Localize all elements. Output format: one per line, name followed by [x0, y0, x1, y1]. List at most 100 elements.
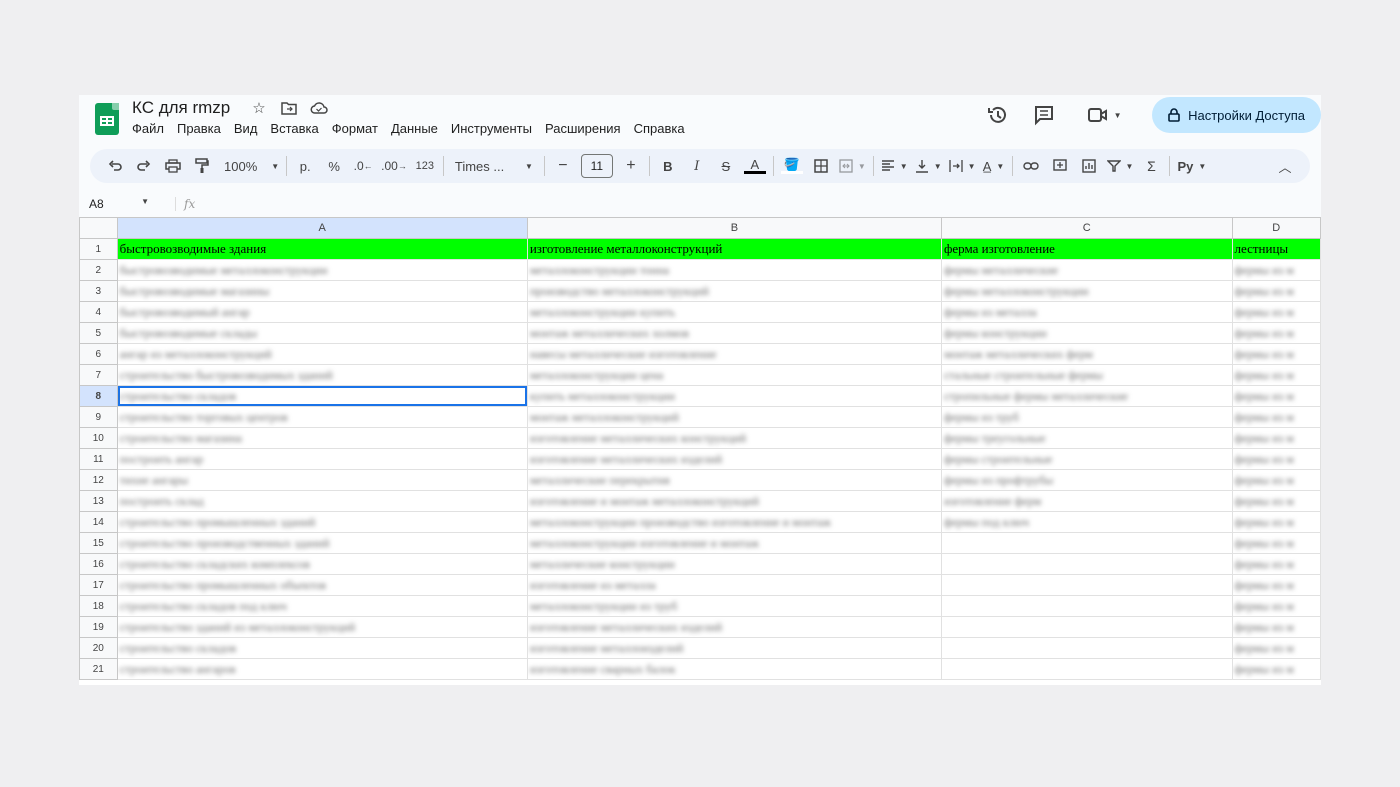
cell-b[interactable]: металлоконструкции производство изготовл…: [526, 511, 942, 533]
cell-b[interactable]: купить металлоконструкции: [526, 385, 942, 407]
cell-a[interactable]: ангар из металлоконструкций: [116, 343, 528, 365]
cell-d[interactable]: фермы из м: [1231, 490, 1321, 512]
comments-icon[interactable]: [1032, 103, 1056, 127]
row-header[interactable]: 19: [79, 616, 118, 638]
cell-c[interactable]: монтаж металлических ферм: [940, 343, 1233, 365]
cell-c[interactable]: изготовление ферм: [940, 490, 1233, 512]
cell-b[interactable]: изготовление металлических конструкций: [526, 427, 942, 449]
cell-b[interactable]: металлоконструкции из труб: [526, 595, 942, 617]
cell-c[interactable]: фермы конструкции: [940, 322, 1233, 344]
row-header[interactable]: 5: [79, 322, 118, 344]
horizontal-align-icon[interactable]: ▼: [881, 154, 908, 178]
cell-a[interactable]: строительство торговых центров: [116, 406, 528, 428]
filter-icon[interactable]: ▼: [1106, 154, 1133, 178]
cell-d[interactable]: фермы из м: [1231, 511, 1321, 533]
merge-cells-icon[interactable]: ▼: [839, 154, 866, 178]
cell-a[interactable]: строительство ангаров: [116, 658, 528, 680]
cell-c[interactable]: [940, 616, 1233, 638]
increase-font-size-button[interactable]: +: [620, 154, 642, 178]
cell-a[interactable]: тихие ангары: [116, 469, 528, 491]
cell-c[interactable]: ферма изготовление: [940, 238, 1233, 260]
row-header[interactable]: 1: [79, 238, 118, 260]
menu-item[interactable]: Правка: [177, 121, 221, 136]
menu-item[interactable]: Справка: [634, 121, 685, 136]
row-header[interactable]: 15: [79, 532, 118, 554]
cell-b[interactable]: монтаж металлических холмов: [526, 322, 942, 344]
cell-a[interactable]: быстровозводимые здания: [116, 238, 528, 260]
row-header[interactable]: 4: [79, 301, 118, 323]
input-tools-button[interactable]: Ру ▼: [1177, 154, 1206, 178]
cell-d[interactable]: фермы из м: [1231, 469, 1321, 491]
cell-d[interactable]: фермы из м: [1231, 259, 1321, 281]
row-header[interactable]: 10: [79, 427, 118, 449]
cell-a[interactable]: строительство складов: [116, 385, 528, 407]
insert-link-icon[interactable]: [1020, 154, 1042, 178]
cell-b[interactable]: металлические конструкции: [526, 553, 942, 575]
menu-item[interactable]: Инструменты: [451, 121, 532, 136]
cell-b[interactable]: металлические перекрытия: [526, 469, 942, 491]
row-header[interactable]: 20: [79, 637, 118, 659]
cell-c[interactable]: [940, 553, 1233, 575]
cell-c[interactable]: фермы из металла: [940, 301, 1233, 323]
move-folder-icon[interactable]: [280, 99, 298, 117]
cell-b[interactable]: изготовление из металла: [526, 574, 942, 596]
cell-a[interactable]: построить ангар: [116, 448, 528, 470]
cell-d[interactable]: фермы из м: [1231, 427, 1321, 449]
cell-d[interactable]: фермы из м: [1231, 385, 1321, 407]
fill-color-icon[interactable]: 🪣: [780, 154, 803, 178]
row-header[interactable]: 12: [79, 469, 118, 491]
cell-a[interactable]: строительство магазина: [116, 427, 528, 449]
insert-chart-icon[interactable]: [1078, 154, 1100, 178]
cell-c[interactable]: фермы из профтрубы: [940, 469, 1233, 491]
currency-format-button[interactable]: р.: [294, 154, 316, 178]
cell-a[interactable]: строительство складов под ключ: [116, 595, 528, 617]
menu-item[interactable]: Формат: [332, 121, 378, 136]
cell-d[interactable]: фермы из м: [1231, 301, 1321, 323]
cell-d[interactable]: фермы из м: [1231, 637, 1321, 659]
version-history-icon[interactable]: [986, 103, 1010, 127]
menu-item[interactable]: Вставка: [270, 121, 318, 136]
row-header[interactable]: 6: [79, 343, 118, 365]
cell-c[interactable]: [940, 574, 1233, 596]
cell-a[interactable]: строительство производственных зданий: [116, 532, 528, 554]
column-header-d[interactable]: D: [1231, 217, 1321, 239]
cell-a[interactable]: строительство складов: [116, 637, 528, 659]
cell-c[interactable]: [940, 637, 1233, 659]
cell-d[interactable]: фермы из м: [1231, 448, 1321, 470]
cell-d[interactable]: фермы из м: [1231, 553, 1321, 575]
cell-d[interactable]: фермы из м: [1231, 532, 1321, 554]
redo-icon[interactable]: [133, 154, 155, 178]
column-header-b[interactable]: B: [526, 217, 942, 239]
row-header[interactable]: 8: [79, 385, 118, 407]
cell-a[interactable]: быстровозводимый ангар: [116, 301, 528, 323]
meet-icon[interactable]: ▼: [1084, 103, 1124, 127]
cell-d[interactable]: фермы из м: [1231, 658, 1321, 680]
cell-a[interactable]: строительство промышленных объектов: [116, 574, 528, 596]
row-header[interactable]: 18: [79, 595, 118, 617]
cell-c[interactable]: фермы треугольные: [940, 427, 1233, 449]
row-header[interactable]: 11: [79, 448, 118, 470]
cell-a[interactable]: строительство промышленных зданий: [116, 511, 528, 533]
share-button[interactable]: Настройки Доступа: [1152, 97, 1321, 133]
text-color-icon[interactable]: A: [743, 154, 766, 178]
text-rotation-icon[interactable]: A̲ ▼: [983, 154, 1005, 178]
italic-icon[interactable]: I: [686, 154, 708, 178]
sheets-logo-icon[interactable]: [95, 103, 119, 135]
cell-d[interactable]: фермы из м: [1231, 595, 1321, 617]
cell-a[interactable]: строительство быстровозводимых зданий: [116, 364, 528, 386]
number-format-button[interactable]: 123: [414, 154, 436, 178]
cell-b[interactable]: металлоконструкции тонна: [526, 259, 942, 281]
cell-b[interactable]: навесы металлические изготовление: [526, 343, 942, 365]
row-header[interactable]: 16: [79, 553, 118, 575]
font-size-input[interactable]: 11: [580, 154, 613, 178]
cell-d[interactable]: фермы из м: [1231, 343, 1321, 365]
cell-b[interactable]: изготовление металлических изделий: [526, 616, 942, 638]
cell-c[interactable]: [940, 658, 1233, 680]
name-box-dropdown-icon[interactable]: ▼: [141, 197, 149, 211]
cell-b[interactable]: металлоконструкции изготовление и монтаж: [526, 532, 942, 554]
vertical-align-icon[interactable]: ▼: [915, 154, 942, 178]
document-title[interactable]: КС для rmzp: [132, 98, 230, 118]
cell-d[interactable]: фермы из м: [1231, 280, 1321, 302]
collapse-toolbar-icon[interactable]: ︿: [1274, 154, 1296, 178]
borders-icon[interactable]: [810, 154, 832, 178]
